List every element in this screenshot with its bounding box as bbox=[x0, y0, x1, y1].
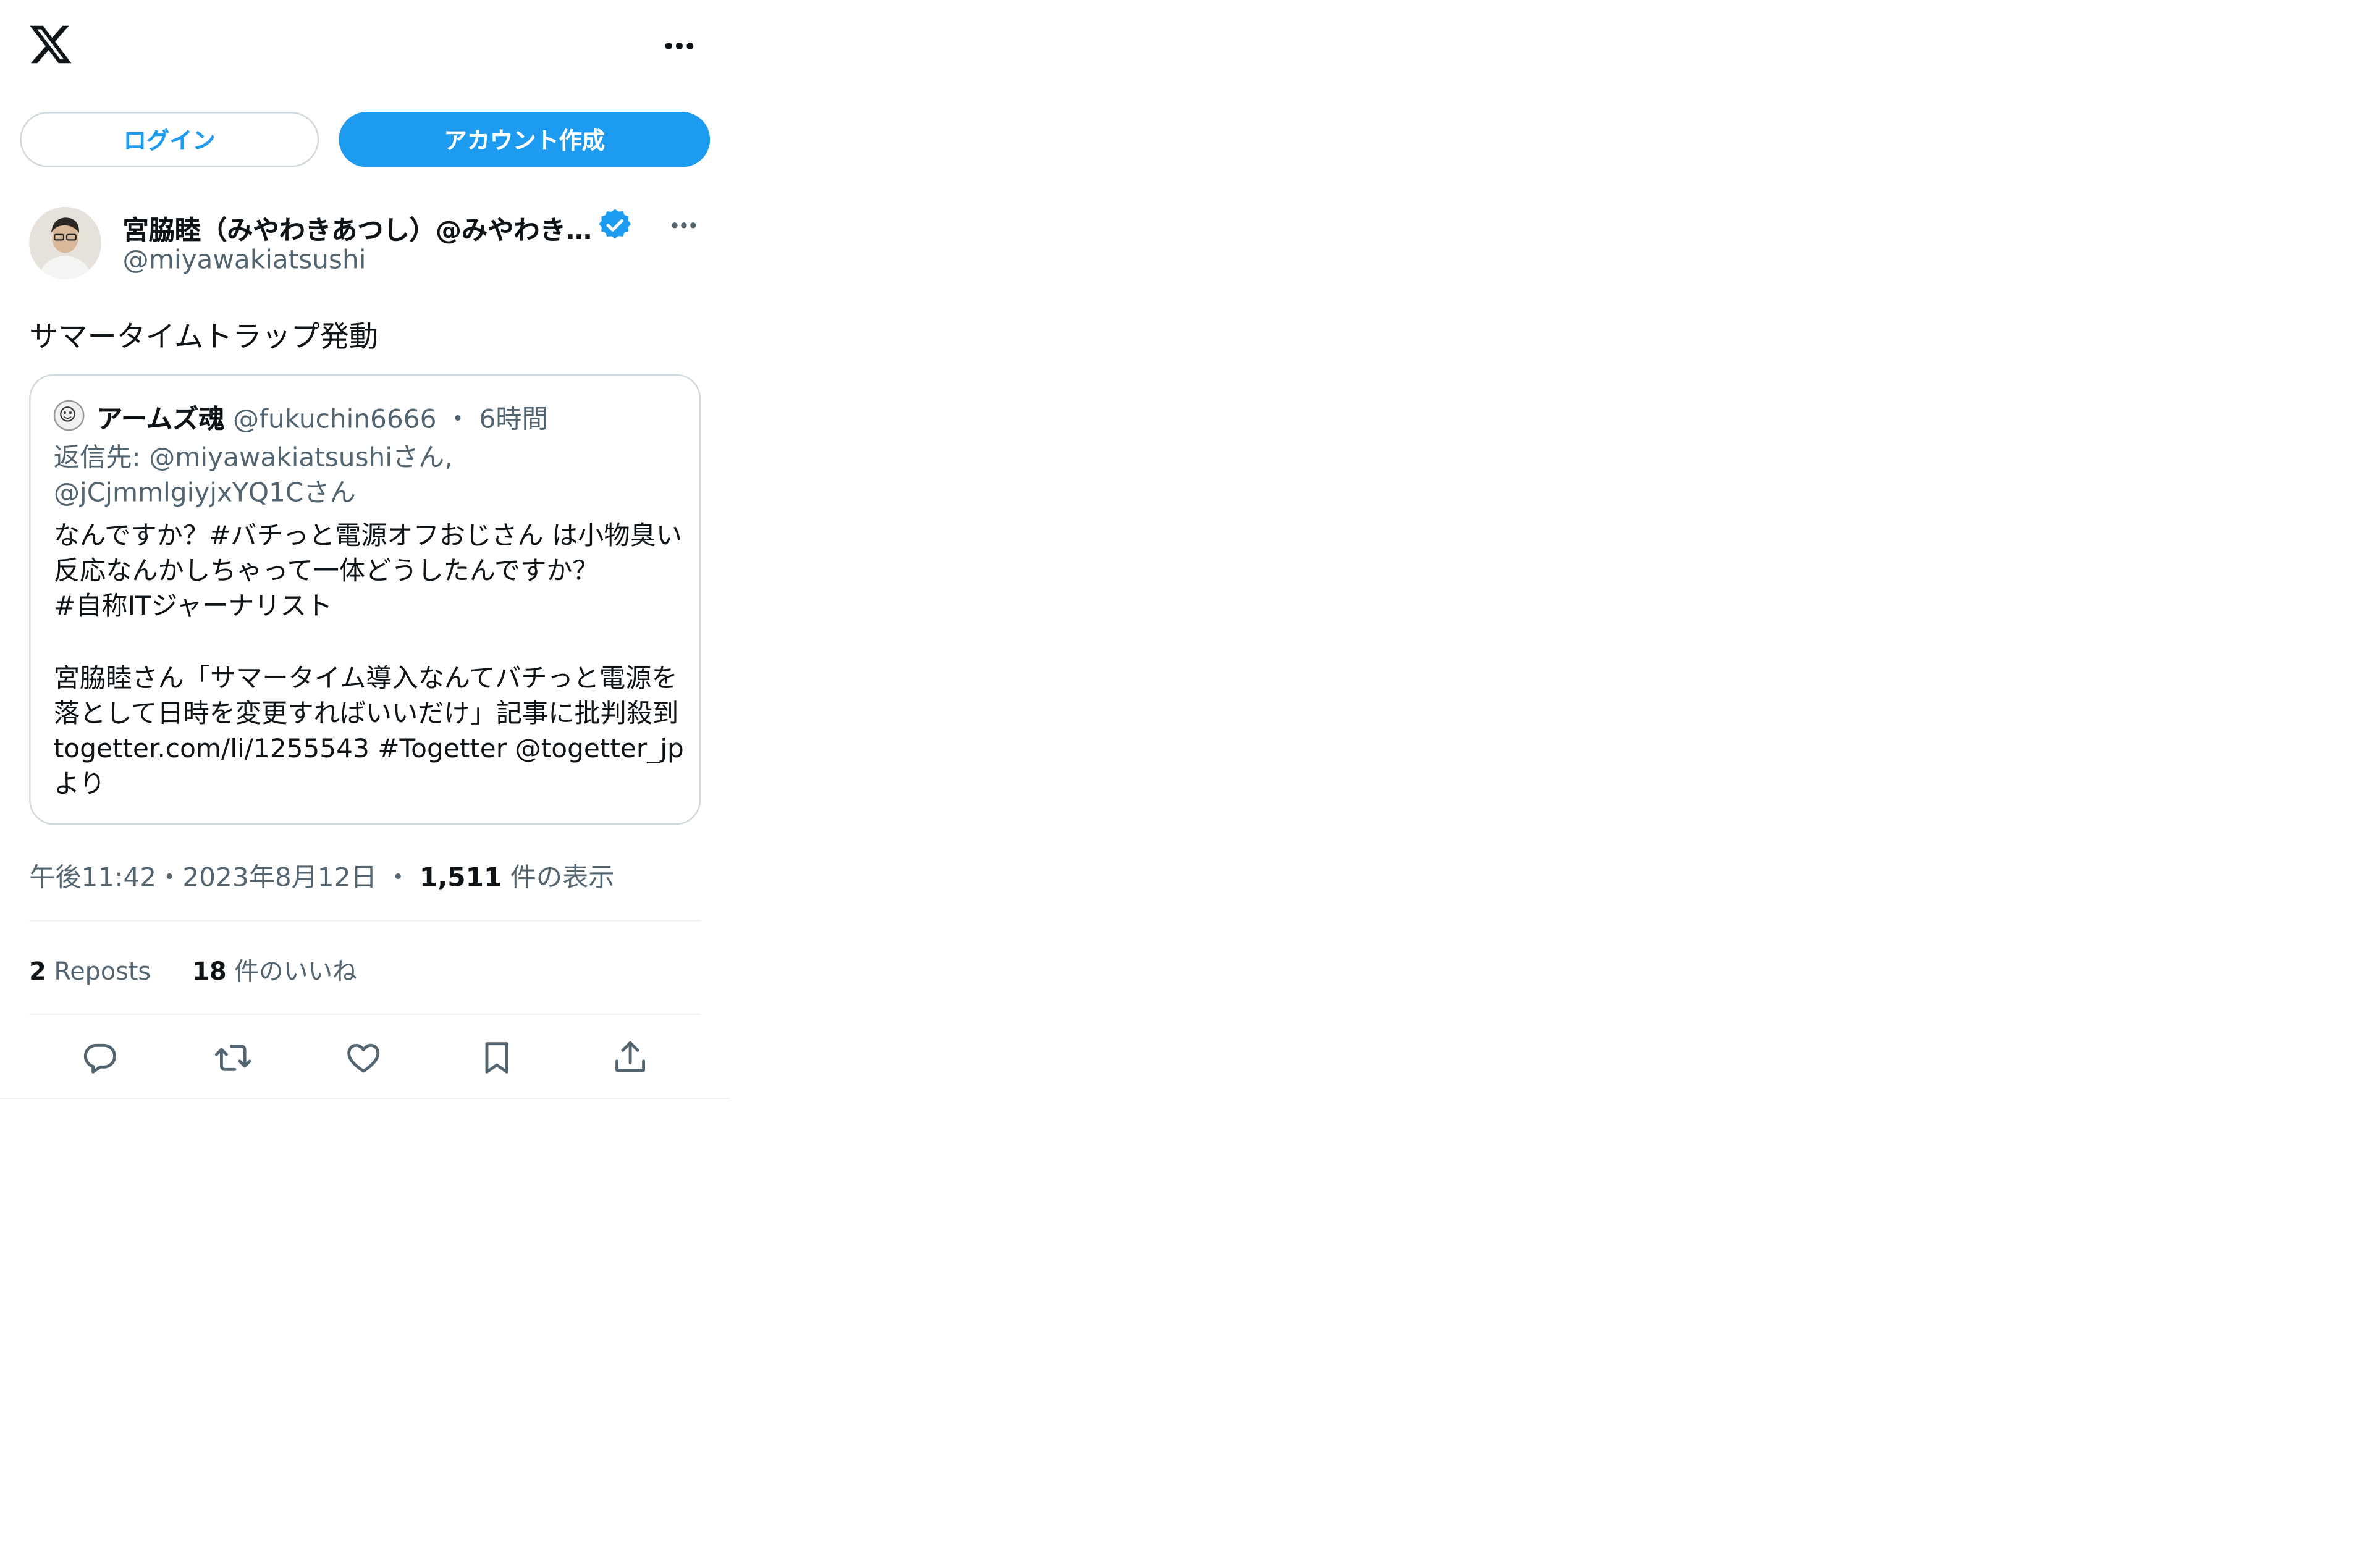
reposts-stat[interactable]: 2 Reposts bbox=[29, 957, 151, 986]
reply-icon[interactable] bbox=[80, 1038, 120, 1078]
tweet-more-icon[interactable] bbox=[665, 212, 706, 240]
quoted-tweet[interactable]: アームズ魂 @fukuchin6666 ・ 6時間 返信先: @miyawaki… bbox=[29, 374, 701, 825]
author-handle[interactable]: @miyawakiatsushi bbox=[123, 245, 366, 276]
quote-avatar bbox=[53, 400, 85, 431]
quote-time: 6時間 bbox=[479, 405, 548, 435]
login-button[interactable]: ログイン bbox=[20, 112, 319, 167]
x-logo-icon[interactable] bbox=[28, 22, 74, 67]
quote-body-line: #自称ITジャーナリスト bbox=[53, 592, 333, 623]
likes-label: 件のいいね bbox=[226, 956, 357, 986]
tweet-timestamp[interactable]: 午後11:42・2023年8月12日 bbox=[29, 863, 377, 894]
top-bar bbox=[0, 0, 730, 92]
quote-body-line bbox=[54, 626, 686, 662]
share-icon[interactable] bbox=[610, 1038, 651, 1078]
quote-separator: ・ bbox=[444, 405, 471, 435]
reposts-label: Reposts bbox=[46, 956, 151, 986]
repost-icon[interactable] bbox=[213, 1038, 253, 1078]
quote-reply-to: 返信先: @miyawakiatsushiさん, @jCjmmlgiyjxYQ1… bbox=[53, 443, 453, 509]
quote-author-name: アームズ魂 bbox=[96, 405, 225, 435]
likes-stat[interactable]: 18 件のいいね bbox=[192, 957, 357, 986]
quote-header: アームズ魂 @fukuchin6666 ・ 6時間 bbox=[96, 397, 547, 435]
tweet-stats: 2 Reposts 18 件のいいね bbox=[29, 951, 390, 988]
signup-button[interactable]: アカウント作成 bbox=[339, 112, 711, 167]
bottom-divider bbox=[0, 1098, 730, 1099]
views-label: 件の表示 bbox=[502, 863, 615, 894]
likes-count: 18 bbox=[192, 956, 227, 986]
quote-author-handle: @fukuchin6666 bbox=[232, 405, 437, 435]
quote-body-line: なんですか？#バチっと電源オフおじさん は小物臭い反応なんかしちゃって一体どうし… bbox=[53, 521, 682, 588]
quote-body-line: 宮脇睦さん「サマータイム導入なんてバチっと電源を落として日時を変更すればいいだけ… bbox=[53, 663, 684, 801]
views-count: 1,511 bbox=[419, 863, 502, 894]
divider bbox=[29, 920, 701, 922]
author-name[interactable]: 宮脇睦（みやわきあつし）@みやわき… bbox=[123, 209, 592, 247]
avatar[interactable] bbox=[29, 207, 101, 279]
tweet-meta: 午後11:42・2023年8月12日 ・ 1,511 件の表示 bbox=[29, 856, 614, 894]
reposts-count: 2 bbox=[29, 956, 46, 986]
like-icon[interactable] bbox=[344, 1038, 384, 1078]
divider bbox=[29, 1013, 701, 1015]
verified-badge-icon bbox=[598, 209, 632, 243]
meta-separator: ・ bbox=[385, 863, 411, 894]
quote-body: なんですか？#バチっと電源オフおじさん は小物臭い反応なんかしちゃって一体どうし… bbox=[54, 519, 686, 804]
tweet-text: サマータイムトラップ発動 bbox=[29, 320, 379, 355]
bookmark-icon[interactable] bbox=[477, 1038, 517, 1078]
more-horizontal-icon[interactable] bbox=[656, 31, 702, 62]
